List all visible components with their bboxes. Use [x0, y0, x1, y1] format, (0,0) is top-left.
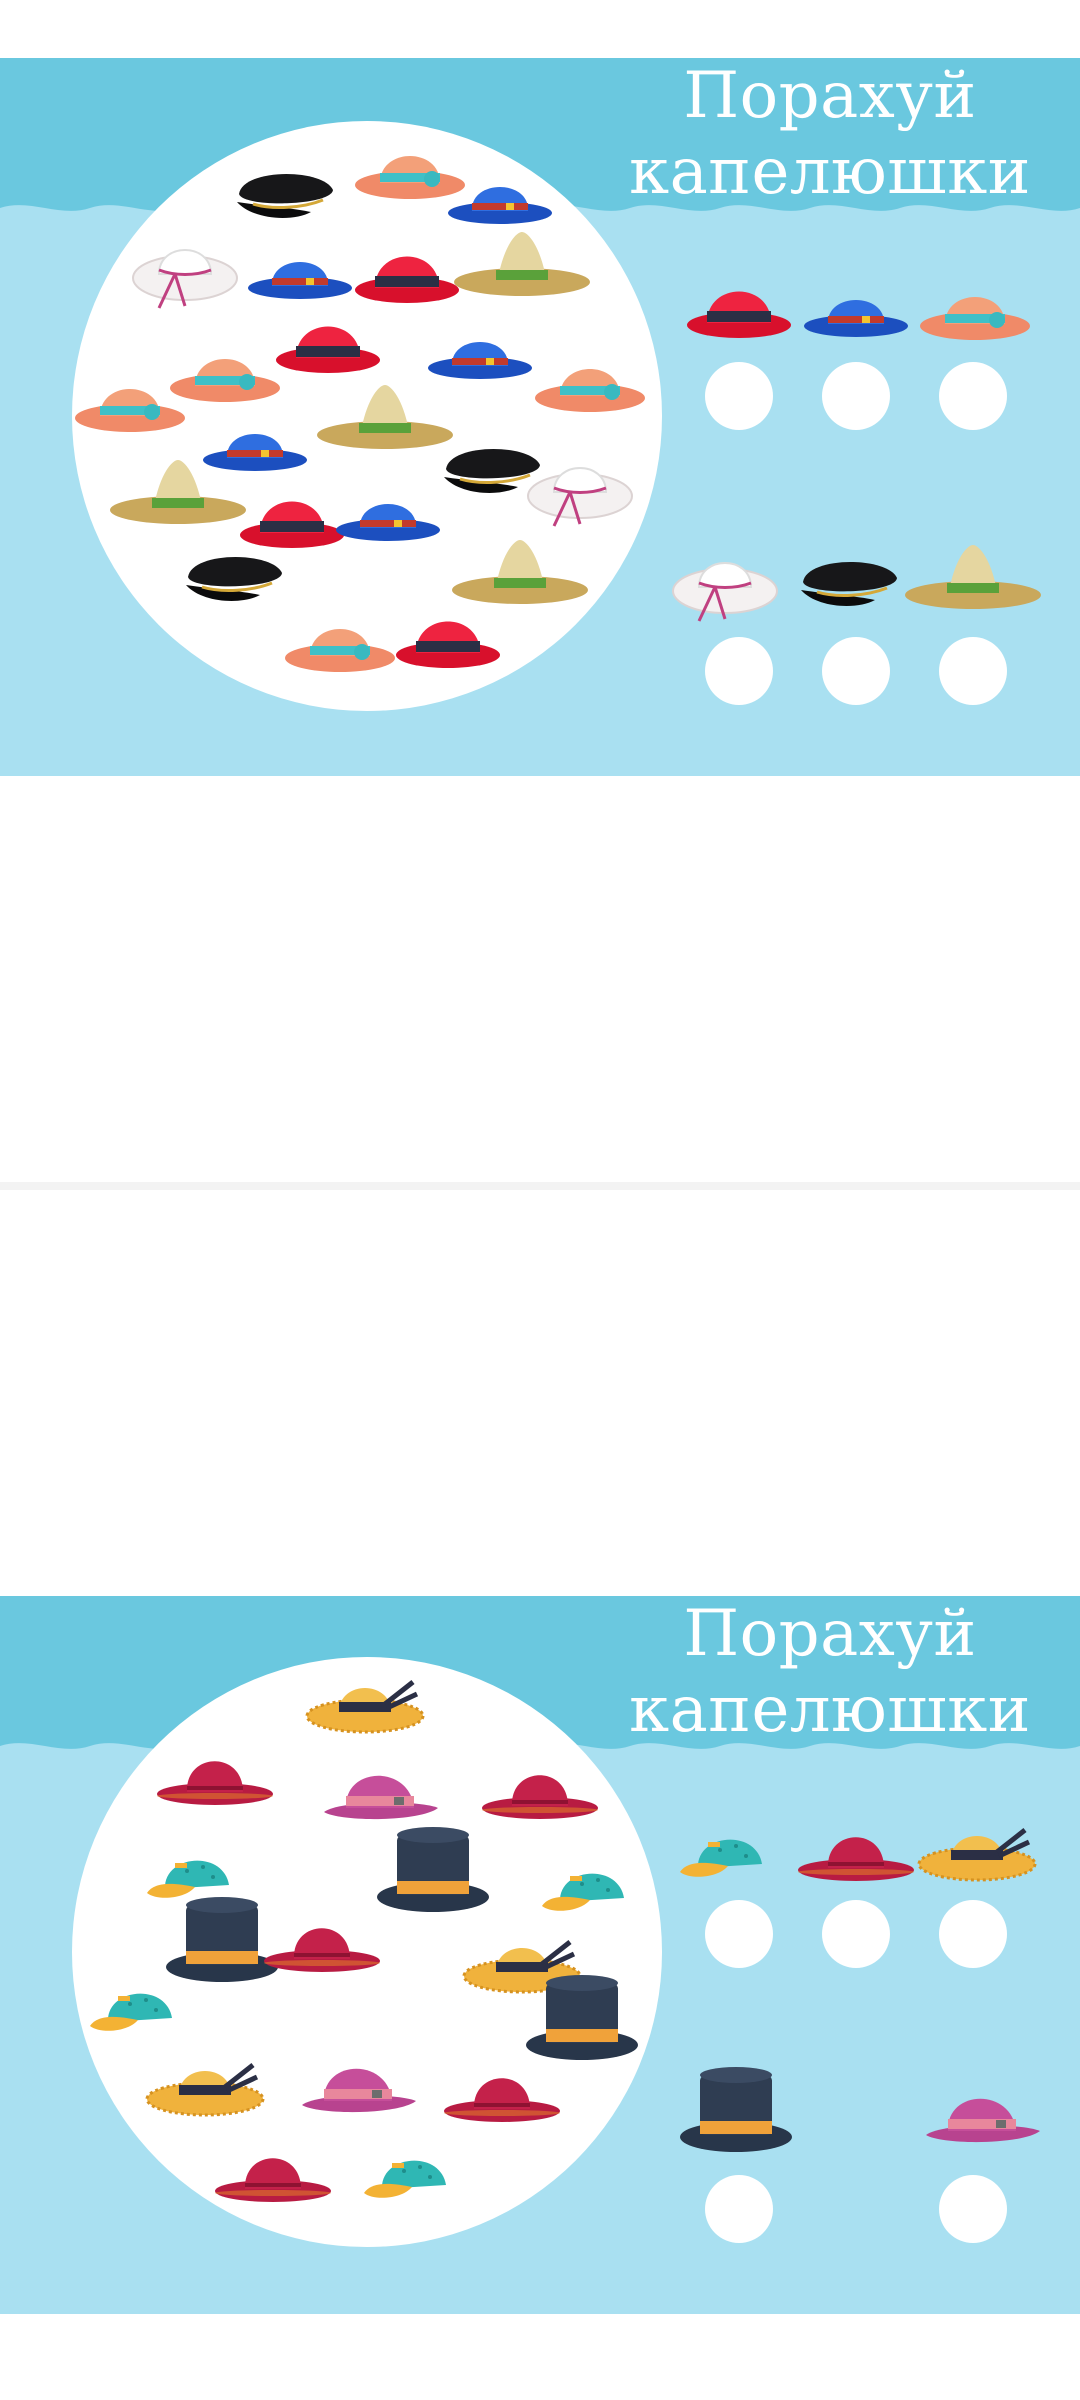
peach-hat-icon: [355, 156, 465, 199]
pink-fedora-icon: [324, 1775, 438, 1820]
peach-hat-icon: [535, 369, 645, 412]
worksheet-1: Порахуй капелюшки: [0, 58, 1080, 776]
crimson-hat-icon: [213, 2156, 333, 2204]
red-hat-icon: [276, 326, 380, 373]
answer-pink-fedora-icon: [926, 2098, 1040, 2143]
sombrero-icon: [317, 385, 453, 449]
sombrero-icon: [454, 232, 590, 296]
peach-hat-icon: [170, 359, 280, 402]
blue-fedora-icon: [448, 187, 552, 224]
worksheet-2: Порахуй капелюшки: [0, 1596, 1080, 2314]
top-hat-icon: [166, 1897, 278, 1982]
page-divider: [0, 1182, 1080, 1190]
top-hat-icon: [377, 1827, 489, 1912]
teal-cap-icon: [147, 1860, 230, 1898]
white-sun-hat-icon: [526, 466, 634, 528]
straw-hat-icon: [147, 2065, 263, 2115]
black-cap-icon: [235, 172, 335, 220]
answer-black-cap-icon: [799, 560, 899, 608]
answer-teal-cap-icon: [680, 1839, 762, 1877]
answer-sombrero-icon: [905, 545, 1041, 609]
blue-fedora-icon: [248, 262, 352, 299]
blue-fedora-icon: [336, 504, 440, 541]
teal-cap-icon: [90, 1993, 173, 2031]
answer-straw-hat-icon: [919, 1830, 1035, 1880]
red-hat-icon: [240, 501, 344, 548]
crimson-hat-icon: [262, 1926, 382, 1974]
blue-fedora-icon: [428, 342, 532, 379]
black-cap-icon: [184, 555, 284, 603]
crimson-hat-icon: [480, 1773, 600, 1821]
hat-scene: [90, 1596, 1040, 2204]
peach-hat-icon: [285, 629, 395, 672]
crimson-hat-icon: [155, 1759, 275, 1807]
answer-white-sun-hat-icon: [671, 561, 779, 623]
peach-hat-icon: [75, 389, 185, 432]
answer-blue-fedora-icon: [804, 300, 908, 337]
blue-fedora-icon: [203, 434, 307, 471]
answer-crimson-hat-icon: [796, 1835, 916, 1883]
straw-hat-icon: [307, 1682, 423, 1732]
answer-top-hat-icon: [680, 2067, 792, 2152]
sombrero-icon: [110, 460, 246, 524]
sombrero-icon: [452, 540, 588, 604]
teal-cap-icon: [542, 1873, 624, 1911]
teal-cap-icon: [364, 2160, 446, 2198]
hat-scene: [75, 156, 1041, 672]
answer-red-hat-icon: [687, 291, 791, 338]
crimson-hat-icon: [442, 2076, 562, 2124]
answer-peach-hat-icon: [920, 297, 1030, 340]
pink-fedora-icon: [302, 2068, 416, 2113]
red-hat-icon: [396, 621, 500, 668]
red-hat-icon: [355, 256, 459, 303]
black-cap-icon: [442, 447, 542, 495]
white-sun-hat-icon: [131, 248, 239, 310]
